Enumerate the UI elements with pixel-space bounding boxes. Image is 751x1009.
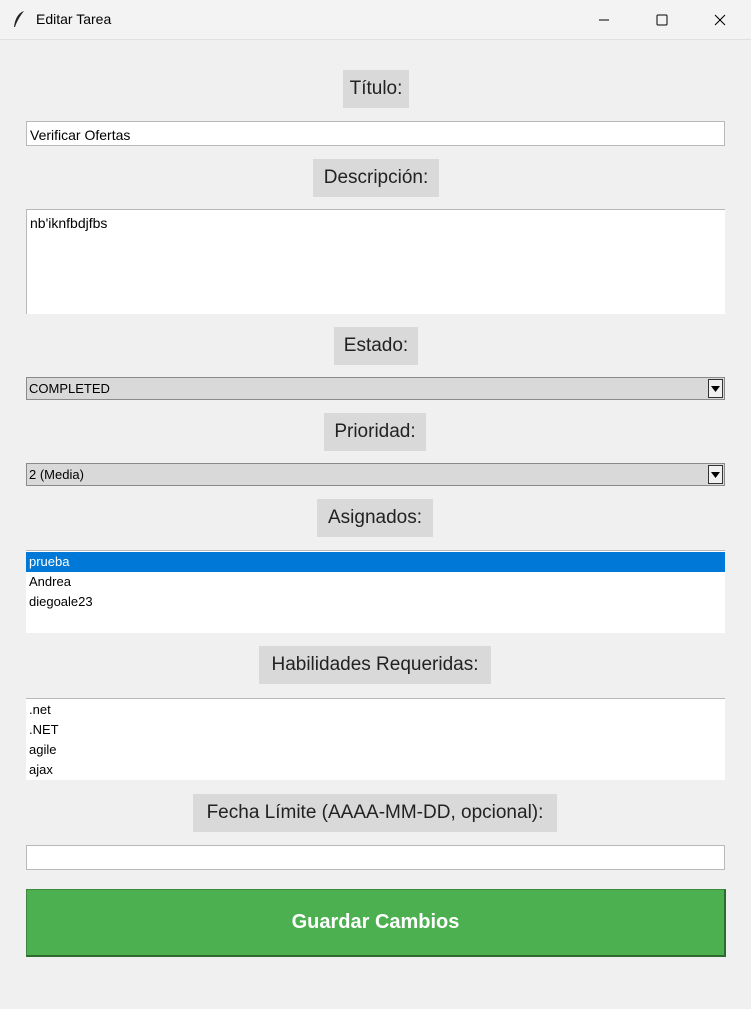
- window-titlebar: Editar Tarea: [0, 0, 751, 40]
- window-title: Editar Tarea: [36, 11, 112, 27]
- title-input[interactable]: Verificar Ofertas: [26, 121, 725, 146]
- deadline-input[interactable]: [26, 845, 725, 870]
- description-label: Descripción:: [313, 159, 439, 197]
- minimize-icon: [599, 19, 609, 20]
- chevron-down-icon[interactable]: [708, 379, 723, 398]
- list-item[interactable]: .net: [26, 700, 725, 720]
- priority-value: 2 (Media): [29, 467, 84, 482]
- list-item[interactable]: .NET: [26, 720, 725, 740]
- list-item[interactable]: agile: [26, 740, 725, 760]
- skills-label: Habilidades Requeridas:: [259, 646, 491, 684]
- feather-icon: [14, 11, 24, 27]
- status-combobox[interactable]: COMPLETED: [26, 377, 725, 400]
- list-item[interactable]: ajax: [26, 760, 725, 780]
- status-value: COMPLETED: [29, 381, 110, 396]
- list-item[interactable]: Andrea: [26, 572, 725, 592]
- maximize-button[interactable]: [633, 0, 691, 39]
- assigned-label: Asignados:: [317, 499, 433, 537]
- description-textarea[interactable]: nb'iknfbdjfbs: [26, 209, 725, 314]
- list-item[interactable]: diegoale23: [26, 592, 725, 612]
- priority-combobox[interactable]: 2 (Media): [26, 463, 725, 486]
- list-item[interactable]: prueba: [26, 552, 725, 572]
- minimize-button[interactable]: [575, 0, 633, 39]
- assigned-listbox[interactable]: prueba Andrea diegoale23: [26, 550, 725, 633]
- chevron-down-icon[interactable]: [708, 465, 723, 484]
- close-button[interactable]: [691, 0, 749, 39]
- title-label: Título:: [343, 70, 409, 108]
- maximize-icon: [656, 14, 668, 25]
- close-icon: [714, 14, 726, 25]
- save-button[interactable]: Guardar Cambios: [26, 889, 726, 957]
- status-label: Estado:: [334, 327, 418, 365]
- skills-listbox[interactable]: .net .NET agile ajax: [26, 698, 725, 780]
- deadline-label: Fecha Límite (AAAA-MM-DD, opcional):: [193, 794, 557, 832]
- priority-label: Prioridad:: [324, 413, 426, 451]
